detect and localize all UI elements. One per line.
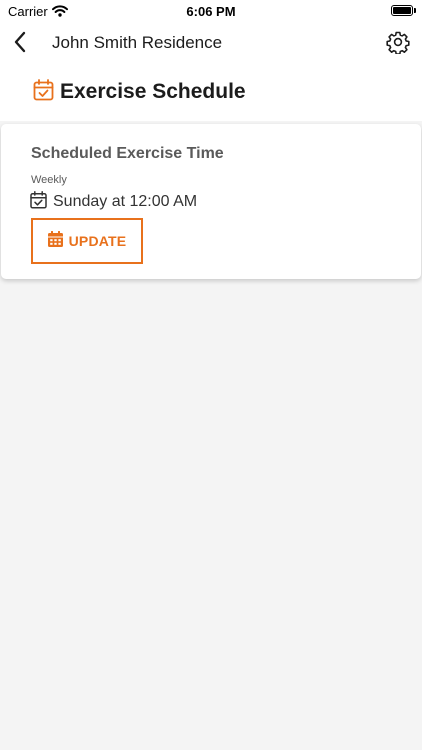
- calendar-icon: [47, 230, 63, 252]
- schedule-time: Sunday at 12:00 AM: [53, 193, 198, 210]
- nav-title: John Smith Residence: [52, 33, 223, 52]
- settings-button[interactable]: [384, 30, 412, 58]
- schedule-row: Sunday at 12:00 AM: [30, 190, 198, 214]
- battery-tip: [414, 8, 416, 13]
- chevron-left-icon: [13, 31, 27, 58]
- gear-icon: [386, 30, 410, 59]
- frequency-label: Weekly: [31, 174, 67, 186]
- page-header: Exercise Schedule: [33, 78, 246, 106]
- card-heading: Scheduled Exercise Time: [31, 145, 224, 162]
- battery-fill: [393, 7, 411, 14]
- calendar-check-icon: [30, 190, 47, 214]
- status-time: 6:06 PM: [186, 4, 236, 19]
- nav-bar: John Smith Residence: [0, 22, 422, 66]
- update-button[interactable]: UPDATE: [31, 218, 143, 264]
- battery-icon: [391, 5, 413, 16]
- schedule-card: Scheduled Exercise Time Weekly Sunday at…: [1, 124, 421, 279]
- calendar-check-icon: [33, 78, 54, 106]
- back-button[interactable]: [6, 30, 34, 58]
- status-bar: Carrier 6:06 PM: [0, 0, 422, 22]
- update-button-label: UPDATE: [68, 233, 127, 249]
- page-title: Exercise Schedule: [60, 80, 246, 103]
